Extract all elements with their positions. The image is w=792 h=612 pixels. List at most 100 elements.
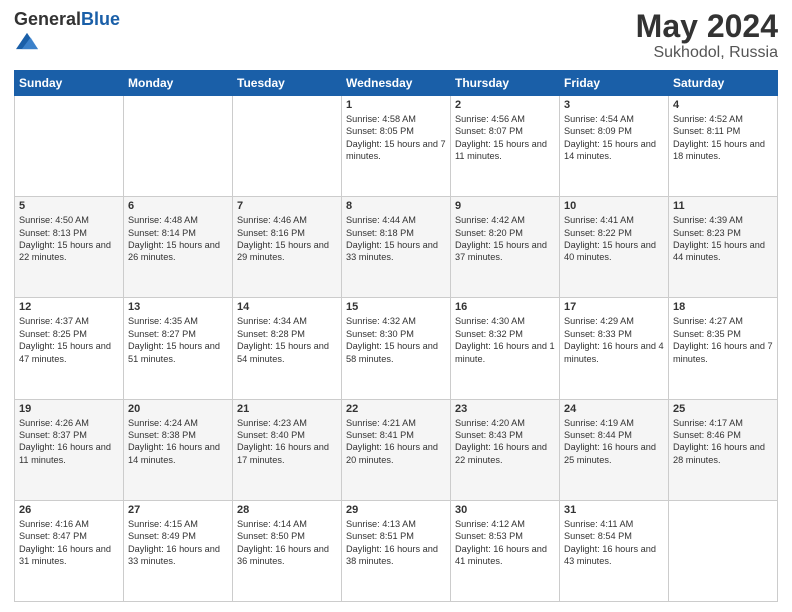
day-info: Sunrise: 4:24 AMSunset: 8:38 PMDaylight:… [128, 417, 228, 467]
day-info: Sunrise: 4:29 AMSunset: 8:33 PMDaylight:… [564, 315, 664, 365]
day-number: 17 [564, 301, 664, 313]
calendar-header-monday: Monday [124, 71, 233, 96]
day-number: 25 [673, 403, 773, 415]
day-cell: 25 Sunrise: 4:17 AMSunset: 8:46 PMDayligh… [669, 399, 778, 500]
day-number: 18 [673, 301, 773, 313]
day-cell: 3 Sunrise: 4:54 AMSunset: 8:09 PMDaylight… [560, 96, 669, 197]
day-cell: 8 Sunrise: 4:44 AMSunset: 8:18 PMDaylight… [342, 197, 451, 298]
day-info: Sunrise: 4:11 AMSunset: 8:54 PMDaylight:… [564, 518, 664, 568]
day-number: 5 [19, 200, 119, 212]
day-number: 29 [346, 504, 446, 516]
calendar-header-wednesday: Wednesday [342, 71, 451, 96]
day-info: Sunrise: 4:39 AMSunset: 8:23 PMDaylight:… [673, 214, 773, 264]
title-block: May 2024 Sukhodol, Russia [636, 10, 778, 62]
title-month: May 2024 [636, 10, 778, 42]
day-number: 27 [128, 504, 228, 516]
day-info: Sunrise: 4:30 AMSunset: 8:32 PMDaylight:… [455, 315, 555, 365]
day-info: Sunrise: 4:21 AMSunset: 8:41 PMDaylight:… [346, 417, 446, 467]
empty-cell [124, 96, 233, 197]
calendar-week-row: 5 Sunrise: 4:50 AMSunset: 8:13 PMDaylight… [15, 197, 778, 298]
day-info: Sunrise: 4:15 AMSunset: 8:49 PMDaylight:… [128, 518, 228, 568]
day-number: 19 [19, 403, 119, 415]
calendar-week-row: 19 Sunrise: 4:26 AMSunset: 8:37 PMDayligh… [15, 399, 778, 500]
day-info: Sunrise: 4:27 AMSunset: 8:35 PMDaylight:… [673, 315, 773, 365]
day-info: Sunrise: 4:52 AMSunset: 8:11 PMDaylight:… [673, 113, 773, 163]
day-cell: 11 Sunrise: 4:39 AMSunset: 8:23 PMDayligh… [669, 197, 778, 298]
calendar-week-row: 1 Sunrise: 4:58 AMSunset: 8:05 PMDaylight… [15, 96, 778, 197]
day-number: 30 [455, 504, 555, 516]
day-number: 23 [455, 403, 555, 415]
day-info: Sunrise: 4:16 AMSunset: 8:47 PMDaylight:… [19, 518, 119, 568]
day-number: 14 [237, 301, 337, 313]
day-number: 13 [128, 301, 228, 313]
day-number: 28 [237, 504, 337, 516]
title-location: Sukhodol, Russia [636, 44, 778, 62]
day-number: 21 [237, 403, 337, 415]
day-number: 24 [564, 403, 664, 415]
day-info: Sunrise: 4:17 AMSunset: 8:46 PMDaylight:… [673, 417, 773, 467]
day-info: Sunrise: 4:37 AMSunset: 8:25 PMDaylight:… [19, 315, 119, 365]
day-number: 20 [128, 403, 228, 415]
day-cell: 16Sunrise: 4:30 AMSunset: 8:32 PMDayligh… [451, 298, 560, 399]
logo-blue: Blue [81, 9, 120, 29]
calendar-header-saturday: Saturday [669, 71, 778, 96]
calendar-header-thursday: Thursday [451, 71, 560, 96]
day-cell: 29Sunrise: 4:13 AMSunset: 8:51 PMDayligh… [342, 500, 451, 601]
day-cell: 15 Sunrise: 4:32 AMSunset: 8:30 PMDayligh… [342, 298, 451, 399]
day-info: Sunrise: 4:34 AMSunset: 8:28 PMDaylight:… [237, 315, 337, 365]
day-info: Sunrise: 4:50 AMSunset: 8:13 PMDaylight:… [19, 214, 119, 264]
day-cell: 7 Sunrise: 4:46 AMSunset: 8:16 PMDaylight… [233, 197, 342, 298]
day-cell: 5 Sunrise: 4:50 AMSunset: 8:13 PMDaylight… [15, 197, 124, 298]
day-number: 9 [455, 200, 555, 212]
day-cell: 24 Sunrise: 4:19 AMSunset: 8:44 PMDayligh… [560, 399, 669, 500]
day-info: Sunrise: 4:42 AMSunset: 8:20 PMDaylight:… [455, 214, 555, 264]
day-info: Sunrise: 4:20 AMSunset: 8:43 PMDaylight:… [455, 417, 555, 467]
logo-text: GeneralBlue [14, 10, 120, 30]
day-number: 10 [564, 200, 664, 212]
day-cell: 19 Sunrise: 4:26 AMSunset: 8:37 PMDayligh… [15, 399, 124, 500]
day-info: Sunrise: 4:32 AMSunset: 8:30 PMDaylight:… [346, 315, 446, 365]
day-info: Sunrise: 4:23 AMSunset: 8:40 PMDaylight:… [237, 417, 337, 467]
day-number: 8 [346, 200, 446, 212]
day-cell: 6Sunrise: 4:48 AMSunset: 8:14 PMDaylight… [124, 197, 233, 298]
day-info: Sunrise: 4:46 AMSunset: 8:16 PMDaylight:… [237, 214, 337, 264]
logo-general: General [14, 9, 81, 29]
day-info: Sunrise: 4:19 AMSunset: 8:44 PMDaylight:… [564, 417, 664, 467]
day-cell: 10Sunrise: 4:41 AMSunset: 8:22 PMDayligh… [560, 197, 669, 298]
logo: GeneralBlue [14, 10, 120, 57]
day-info: Sunrise: 4:56 AMSunset: 8:07 PMDaylight:… [455, 113, 555, 163]
calendar-header-row: SundayMondayTuesdayWednesdayThursdayFrid… [15, 71, 778, 96]
header: GeneralBlue May 2024 Sukhodol, Russia [14, 10, 778, 62]
day-cell: 13 Sunrise: 4:35 AMSunset: 8:27 PMDayligh… [124, 298, 233, 399]
day-number: 22 [346, 403, 446, 415]
day-number: 11 [673, 200, 773, 212]
day-cell: 20 Sunrise: 4:24 AMSunset: 8:38 PMDayligh… [124, 399, 233, 500]
day-number: 3 [564, 99, 664, 111]
page: GeneralBlue May 2024 Sukhodol, Russia Su… [0, 0, 792, 612]
day-cell: 17 Sunrise: 4:29 AMSunset: 8:33 PMDayligh… [560, 298, 669, 399]
day-number: 4 [673, 99, 773, 111]
empty-cell [669, 500, 778, 601]
day-cell: 22 Sunrise: 4:21 AMSunset: 8:41 PMDayligh… [342, 399, 451, 500]
day-number: 1 [346, 99, 446, 111]
day-cell: 23 Sunrise: 4:20 AMSunset: 8:43 PMDayligh… [451, 399, 560, 500]
calendar-header-tuesday: Tuesday [233, 71, 342, 96]
day-number: 12 [19, 301, 119, 313]
day-number: 2 [455, 99, 555, 111]
day-cell: 30Sunrise: 4:12 AMSunset: 8:53 PMDayligh… [451, 500, 560, 601]
day-info: Sunrise: 4:58 AMSunset: 8:05 PMDaylight:… [346, 113, 446, 163]
day-cell: 21 Sunrise: 4:23 AMSunset: 8:40 PMDayligh… [233, 399, 342, 500]
day-info: Sunrise: 4:35 AMSunset: 8:27 PMDaylight:… [128, 315, 228, 365]
day-number: 6 [128, 200, 228, 212]
empty-cell [15, 96, 124, 197]
day-cell: 28 Sunrise: 4:14 AMSunset: 8:50 PMDayligh… [233, 500, 342, 601]
day-number: 15 [346, 301, 446, 313]
calendar-week-row: 26Sunrise: 4:16 AMSunset: 8:47 PMDayligh… [15, 500, 778, 601]
day-info: Sunrise: 4:44 AMSunset: 8:18 PMDaylight:… [346, 214, 446, 264]
day-info: Sunrise: 4:14 AMSunset: 8:50 PMDaylight:… [237, 518, 337, 568]
day-number: 31 [564, 504, 664, 516]
day-info: Sunrise: 4:54 AMSunset: 8:09 PMDaylight:… [564, 113, 664, 163]
day-number: 7 [237, 200, 337, 212]
day-info: Sunrise: 4:26 AMSunset: 8:37 PMDaylight:… [19, 417, 119, 467]
empty-cell [233, 96, 342, 197]
